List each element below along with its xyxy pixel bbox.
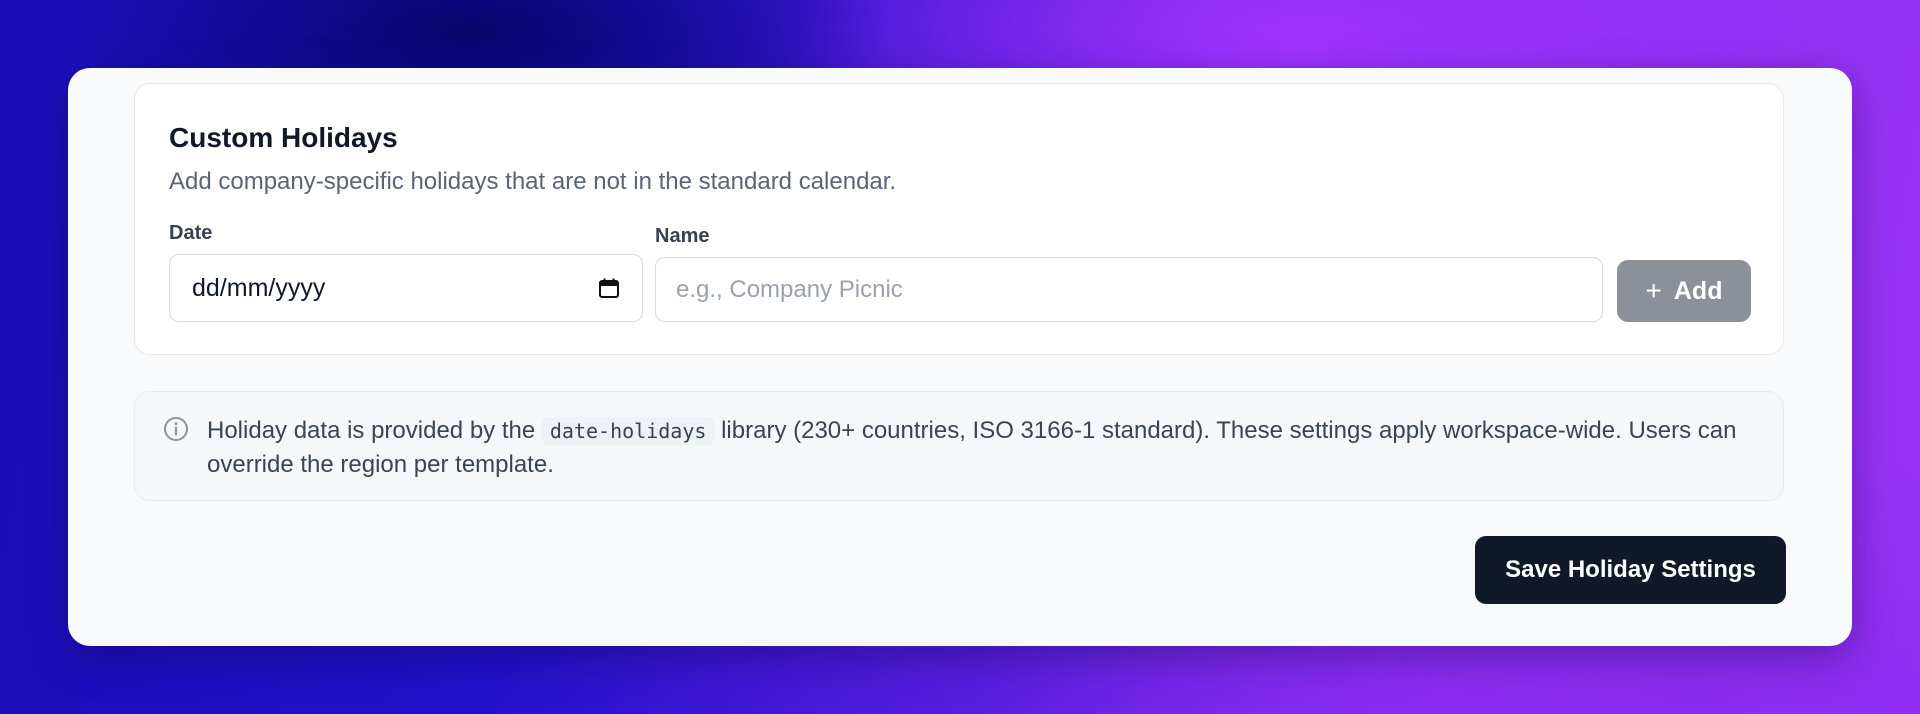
info-text: Holiday data is provided by the date-hol… — [207, 414, 1747, 482]
info-circle-icon — [164, 417, 188, 441]
save-holiday-settings-button[interactable]: Save Holiday Settings — [1475, 536, 1786, 604]
info-text-before: Holiday data is provided by the — [207, 417, 536, 444]
card-title: Custom Holidays — [169, 122, 398, 153]
plus-icon: + — [1645, 275, 1662, 306]
holiday-name-input[interactable] — [655, 257, 1603, 322]
info-notice: Holiday data is provided by the date-hol… — [134, 391, 1784, 501]
custom-holidays-card: Custom Holidays Add company-specific hol… — [134, 83, 1784, 355]
name-label: Name — [655, 225, 710, 247]
add-holiday-button[interactable]: + Add — [1617, 260, 1751, 322]
card-description: Add company-specific holidays that are n… — [169, 168, 897, 195]
date-label: Date — [169, 222, 213, 244]
calendar-icon[interactable] — [598, 277, 620, 299]
add-button-label: Add — [1673, 276, 1723, 305]
date-input[interactable]: dd/mm/yyyy — [169, 254, 643, 322]
holiday-settings-panel: Custom Holidays Add company-specific hol… — [68, 68, 1852, 646]
library-code: date-holidays — [541, 417, 715, 445]
date-input-value: dd/mm/yyyy — [192, 273, 326, 302]
